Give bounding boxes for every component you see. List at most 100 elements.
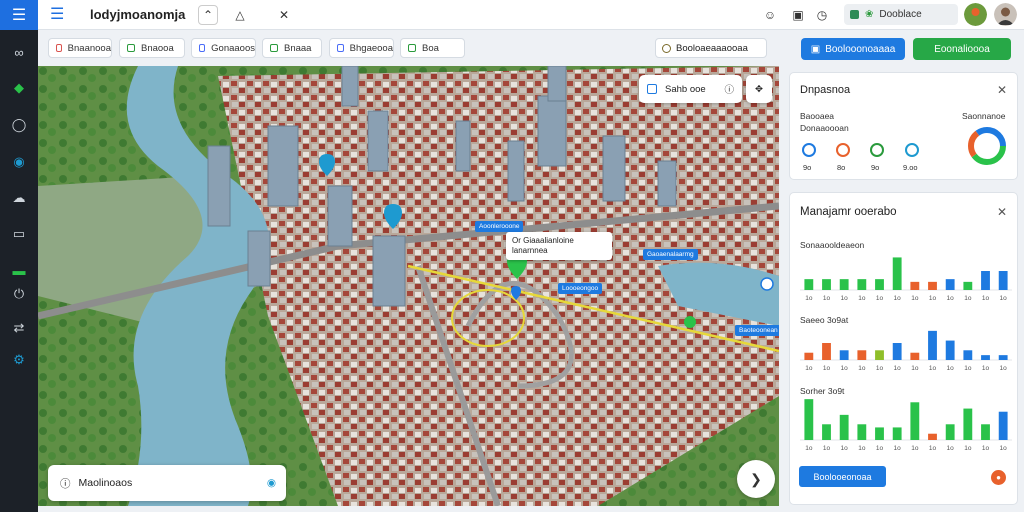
chart-tick-label: 1o	[964, 365, 972, 372]
bell-icon[interactable]: △	[230, 5, 250, 25]
info-icon[interactable]: ⓘ	[724, 82, 734, 96]
metric-4-value: 9.oo	[903, 163, 918, 172]
user-avatar[interactable]	[994, 3, 1017, 26]
chart-tick-label: 1o	[805, 445, 813, 452]
chart-bar	[998, 355, 1008, 360]
user-icon[interactable]: ☺	[760, 5, 780, 25]
map-search-tool-label: Sahb ooe	[665, 83, 706, 95]
map-tag-3[interactable]: Loooeongoo	[558, 283, 603, 294]
filter-chip-6[interactable]: Boa	[400, 38, 465, 58]
rail-location-icon[interactable]: ◉	[0, 150, 38, 174]
status-square-icon	[850, 10, 859, 19]
rail-layers-icon[interactable]: ∞	[0, 40, 38, 64]
filter-2-icon	[127, 44, 135, 52]
summary-sub-2: Donaaoooan	[800, 123, 849, 133]
app-title: lodyjmoanomja	[90, 7, 186, 22]
chart-tick-label: 1o	[823, 445, 831, 452]
chart-bar	[839, 279, 849, 290]
chart-bar	[804, 279, 814, 290]
hamburger-icon[interactable]: ☰	[50, 6, 68, 24]
map-bottom-search-label: Maolinoaos	[78, 477, 133, 489]
chart-tick-label: 1o	[947, 445, 955, 452]
rail-folder-icon[interactable]: ▭	[0, 222, 38, 246]
map-bottom-search[interactable]: ⓘ Maolinoaos ◉	[48, 465, 286, 501]
map-tag-2[interactable]: Gaoaenalaarmg	[643, 249, 698, 260]
target-icon[interactable]: ◉	[267, 477, 276, 489]
chart-bar	[928, 281, 937, 290]
map-search-tool[interactable]: Sahb ooe ⓘ	[639, 75, 742, 103]
chart-tick-label: 1o	[947, 295, 955, 302]
primary-action-button[interactable]: ▣ Boolooonoaaaa	[801, 38, 905, 60]
chart-bar	[875, 427, 884, 440]
filter-chip-3[interactable]: Gonaaoos	[191, 38, 256, 58]
chart-tick-label: 1o	[894, 365, 902, 372]
calendar-icon[interactable]: ▣	[788, 5, 808, 25]
secondary-action-button[interactable]: Eoonalioooa	[913, 38, 1011, 60]
close-icon[interactable]: ✕	[274, 5, 294, 25]
layer-select-label: Booloaeaaaooaa	[676, 42, 748, 54]
chart-bar	[910, 402, 920, 440]
rail-share-icon[interactable]: ⇄	[0, 316, 38, 340]
view-report-button[interactable]: Boolooeonoaa	[799, 466, 886, 487]
clock-icon[interactable]: ◷	[812, 5, 832, 25]
chart-tick-label: 1o	[964, 445, 972, 452]
status-chip[interactable]: ❀ Dooblace	[844, 4, 958, 25]
chart-tick-label: 1o	[982, 295, 990, 302]
chart-tick-label: 1o	[858, 295, 866, 302]
metric-4-icon	[905, 143, 919, 157]
notification-icon[interactable]: ●	[991, 470, 1006, 485]
chevron-up-icon[interactable]: ⌃	[198, 5, 218, 25]
chart-bar	[945, 340, 955, 360]
callout-line-2: lanarnnea	[512, 246, 548, 255]
filter-chip-5[interactable]: Bhgaeooa	[329, 38, 394, 58]
rail-settings-icon[interactable]: ⚙	[0, 348, 38, 372]
chart-bar	[981, 424, 990, 440]
rail-power-icon[interactable]: ⏻	[0, 282, 38, 306]
summary-close-icon[interactable]: ✕	[997, 83, 1007, 97]
filter-5-label: Bhgaeooa	[349, 42, 393, 54]
next-button[interactable]: ❯	[737, 460, 775, 498]
filter-1-label: Bnaanooa	[67, 42, 111, 54]
compass-button[interactable]: ✥	[746, 75, 772, 103]
layer-icon	[662, 43, 671, 53]
metric-2-icon	[836, 143, 850, 157]
chart-bar	[857, 424, 867, 440]
chart-2-title: Saeeo 3o9at	[800, 315, 849, 325]
filter-chip-2[interactable]: Bnaooa	[119, 38, 185, 58]
map-tag-4[interactable]: Baoteoonean	[735, 325, 779, 336]
chart-tick-label: 1o	[805, 365, 813, 372]
chart-tick-label: 1o	[894, 295, 902, 302]
chart-bar	[998, 271, 1008, 290]
rail-battery-icon[interactable]: ▬	[0, 258, 38, 282]
layer-select[interactable]: Booloaeaaaooaa	[655, 38, 767, 58]
chart-bar	[892, 343, 902, 360]
metric-1-icon	[802, 143, 816, 157]
rail-tag-icon[interactable]: ◆	[0, 76, 38, 100]
chart-tick-label: 1o	[894, 445, 902, 452]
chevron-right-icon: ❯	[750, 470, 762, 487]
map-search-tool-icon	[647, 84, 657, 94]
info-circle-icon: ⓘ	[60, 477, 71, 490]
chart-bar	[910, 281, 920, 290]
filter-chip-4[interactable]: Bnaaa	[262, 38, 322, 58]
rail-chat-icon[interactable]: ◯	[0, 113, 38, 137]
filter-chip-1[interactable]: Bnaanooa	[48, 38, 112, 58]
chart-bar	[981, 355, 990, 360]
map-view[interactable]: Aoonlerooone Gaoaenalaarmg Loooeongoo Ba…	[38, 66, 779, 506]
analytics-close-icon[interactable]: ✕	[997, 205, 1007, 219]
analytics-panel-title: Manajamr ooerabo	[800, 206, 897, 218]
chart-tick-label: 1o	[841, 365, 849, 372]
map-tag-1[interactable]: Aoonlerooone	[475, 221, 524, 232]
chart-bar	[875, 279, 884, 290]
chart-tick-label: 1o	[947, 365, 955, 372]
avatar-map[interactable]	[964, 3, 987, 26]
rail-menu-icon[interactable]: ☰	[0, 0, 38, 30]
chart-bar	[928, 433, 937, 440]
chart-tick-label: 1o	[823, 365, 831, 372]
chart-tick-label: 1o	[876, 365, 884, 372]
chart-tick-label: 1o	[982, 365, 990, 372]
chart-tick-label: 1o	[929, 295, 937, 302]
map-callout[interactable]: Or Giaaalianloine lanarnnea	[506, 232, 612, 260]
top-bar: ☰ lodyjmoanomja ⌃ △ ✕ ☺ ▣ ◷ ❀ Dooblace	[38, 0, 1024, 30]
rail-cloud-icon[interactable]: ☁	[0, 186, 38, 210]
